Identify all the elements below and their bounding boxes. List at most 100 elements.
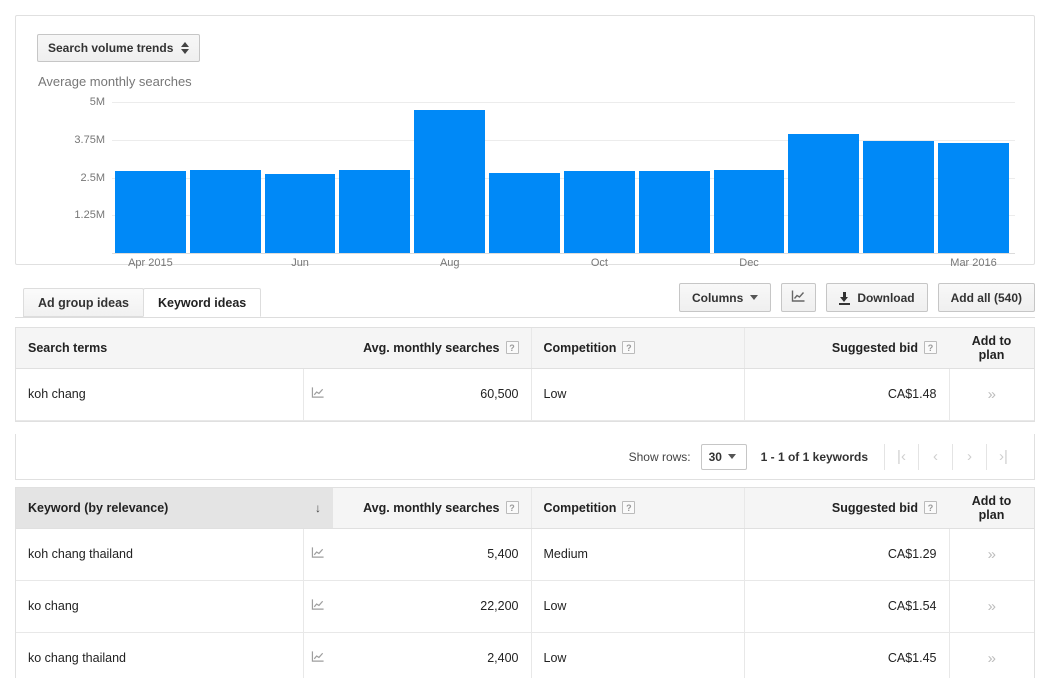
pagination-bar: Show rows: 30 1 - 1 of 1 keywords |‹ ‹ ›… [15, 434, 1035, 480]
tab-ad-group-ideas-label: Ad group ideas [38, 295, 129, 310]
cell-trend-icon[interactable] [302, 632, 333, 678]
trend-type-select[interactable]: Search volume trends [37, 34, 201, 62]
chart-bar[interactable] [788, 133, 860, 253]
line-chart-icon[interactable] [311, 598, 325, 614]
chart-bar[interactable] [938, 142, 1009, 253]
chevron-down-icon [750, 295, 759, 300]
cell-add-to-plan[interactable]: » [948, 368, 1034, 421]
cell-add-to-plan[interactable]: » [948, 528, 1034, 581]
col-add-to-plan-label: Add to plan [971, 333, 1012, 362]
col-keyword-by-relevance[interactable]: Keyword (by relevance) ↓ [16, 488, 333, 529]
chart-subtitle: Average monthly searches [38, 74, 192, 89]
cell-add-to-plan[interactable]: » [948, 580, 1034, 633]
chart-bar-wrap [115, 102, 186, 253]
cell-keyword: koh chang thailand [16, 528, 303, 581]
table-row[interactable]: ko chang 22,200 Low CA$1.54 » [16, 580, 1034, 633]
table-row[interactable]: ko chang thailand 2,400 Low CA$1.45 » [16, 632, 1034, 678]
chart-bar-wrap [489, 102, 560, 253]
avg-monthly-searches-value: 2,400 [487, 651, 519, 665]
y-axis-tick-label: 5M [89, 96, 105, 108]
col-competition[interactable]: Competition ? [530, 328, 744, 369]
keyword-ideas-header-row: Keyword (by relevance) ↓ Avg. monthly se… [16, 488, 1034, 529]
line-chart-icon[interactable] [311, 546, 325, 562]
cell-trend-icon[interactable] [302, 368, 333, 421]
add-to-plan-button[interactable]: » [988, 598, 996, 615]
first-page-button[interactable]: |‹ [884, 443, 918, 470]
y-axis-tick-label: 2.5M [80, 171, 105, 184]
help-icon-suggested-bid[interactable]: ? [924, 501, 937, 515]
chart-bar[interactable] [339, 169, 411, 253]
chart-bar-wrap [189, 102, 261, 253]
table-row[interactable]: koh chang thailand 5,400 Medium CA$1.29 » [16, 528, 1034, 581]
line-chart-icon[interactable] [311, 386, 325, 402]
chevron-down-icon [727, 454, 736, 459]
chart-bar[interactable] [638, 170, 710, 253]
col-add-to-plan: Add to plan [949, 488, 1034, 529]
help-icon-competition[interactable]: ? [622, 501, 636, 515]
columns-button[interactable]: Columns [678, 283, 772, 312]
chart-bar[interactable] [489, 172, 560, 253]
add-to-plan-button[interactable]: » [988, 650, 996, 667]
cell-trend-icon[interactable] [302, 528, 333, 581]
chart-bar-wrap [788, 102, 860, 253]
chart-bar[interactable] [115, 171, 186, 253]
x-axis-tick-label: Mar 2016 [950, 257, 997, 269]
col-avg-monthly-searches-label: Avg. monthly searches [363, 340, 500, 355]
rows-per-page-select[interactable]: 30 [700, 443, 747, 470]
table-row[interactable]: koh chang 60,500 Low CA$1.48 » [16, 368, 1034, 421]
keyword-ideas-table: Keyword (by relevance) ↓ Avg. monthly se… [16, 488, 1034, 678]
col-suggested-bid[interactable]: Suggested bid ? [743, 488, 949, 529]
help-icon-competition[interactable]: ? [622, 341, 636, 355]
previous-page-button[interactable]: ‹ [918, 443, 952, 470]
help-icon-avg-searches[interactable]: ? [505, 341, 519, 355]
chart-plot-area: 5M 3.75M 2.5M 1.25M Apr 2015 Jun Aug Oct Dec Mar… [37, 96, 1015, 269]
help-icon-suggested-bid[interactable]: ? [924, 341, 937, 355]
chart-bar[interactable] [863, 141, 935, 253]
col-avg-monthly-searches[interactable]: Avg. monthly searches ? [333, 488, 531, 529]
cell-trend-icon[interactable] [302, 580, 333, 633]
cell-avg-monthly-searches: 2,400 [333, 632, 531, 678]
add-all-button[interactable]: Add all (540) [937, 283, 1035, 312]
trend-type-label: Search volume trends [48, 41, 174, 55]
updown-arrows-icon [181, 42, 190, 54]
x-axis-tick-label [863, 257, 934, 275]
sort-descending-icon: ↓ [315, 500, 321, 515]
add-to-plan-button[interactable]: » [988, 386, 996, 403]
col-competition[interactable]: Competition ? [530, 488, 744, 529]
x-axis-tick-label [489, 257, 560, 275]
keyword-ideas-table-card: Keyword (by relevance) ↓ Avg. monthly se… [15, 487, 1035, 678]
next-page-button[interactable]: › [952, 443, 986, 470]
chart-toggle-button[interactable] [781, 283, 817, 312]
pagination-range: 1 - 1 of 1 keywords [760, 449, 868, 464]
add-to-plan-button[interactable]: » [988, 546, 996, 563]
chart-bar[interactable] [713, 169, 785, 253]
search-volume-chart-panel: Search volume trends Average monthly sea… [15, 15, 1035, 269]
cell-keyword: ko chang [16, 580, 303, 633]
tab-ad-group-ideas[interactable]: Ad group ideas [23, 288, 144, 317]
col-avg-monthly-searches[interactable]: Avg. monthly searches ? [333, 328, 531, 369]
avg-monthly-searches-value: 22,200 [480, 599, 519, 613]
cell-add-to-plan[interactable]: » [948, 632, 1034, 678]
show-rows-label: Show rows: [628, 449, 691, 464]
chart-bars [115, 102, 1009, 253]
line-chart-icon[interactable] [311, 650, 325, 666]
cell-suggested-bid: CA$1.45 [743, 632, 949, 678]
col-suggested-bid-label: Suggested bid [831, 500, 918, 515]
help-icon-avg-searches[interactable]: ? [505, 501, 519, 515]
chart-bar[interactable] [414, 109, 486, 253]
cell-competition: Low [530, 632, 744, 678]
col-suggested-bid[interactable]: Suggested bid ? [743, 328, 949, 369]
last-page-button[interactable]: ›| [986, 443, 1020, 470]
download-button[interactable]: Download [826, 283, 928, 312]
suggested-bid-value: CA$1.48 [887, 387, 937, 401]
search-terms-table-card: Search terms Avg. monthly searches ? Com… [15, 327, 1035, 422]
tab-keyword-ideas[interactable]: Keyword ideas [143, 288, 262, 317]
chart-bar[interactable] [189, 169, 261, 253]
competition-value: Medium [543, 547, 588, 561]
chart-bar[interactable] [264, 174, 336, 253]
chart-bar[interactable] [563, 171, 635, 253]
cell-competition: Low [530, 368, 744, 421]
cell-keyword: ko chang thailand [16, 632, 303, 678]
col-search-terms[interactable]: Search terms [16, 328, 333, 369]
x-axis-tick-label: Aug [439, 257, 460, 269]
